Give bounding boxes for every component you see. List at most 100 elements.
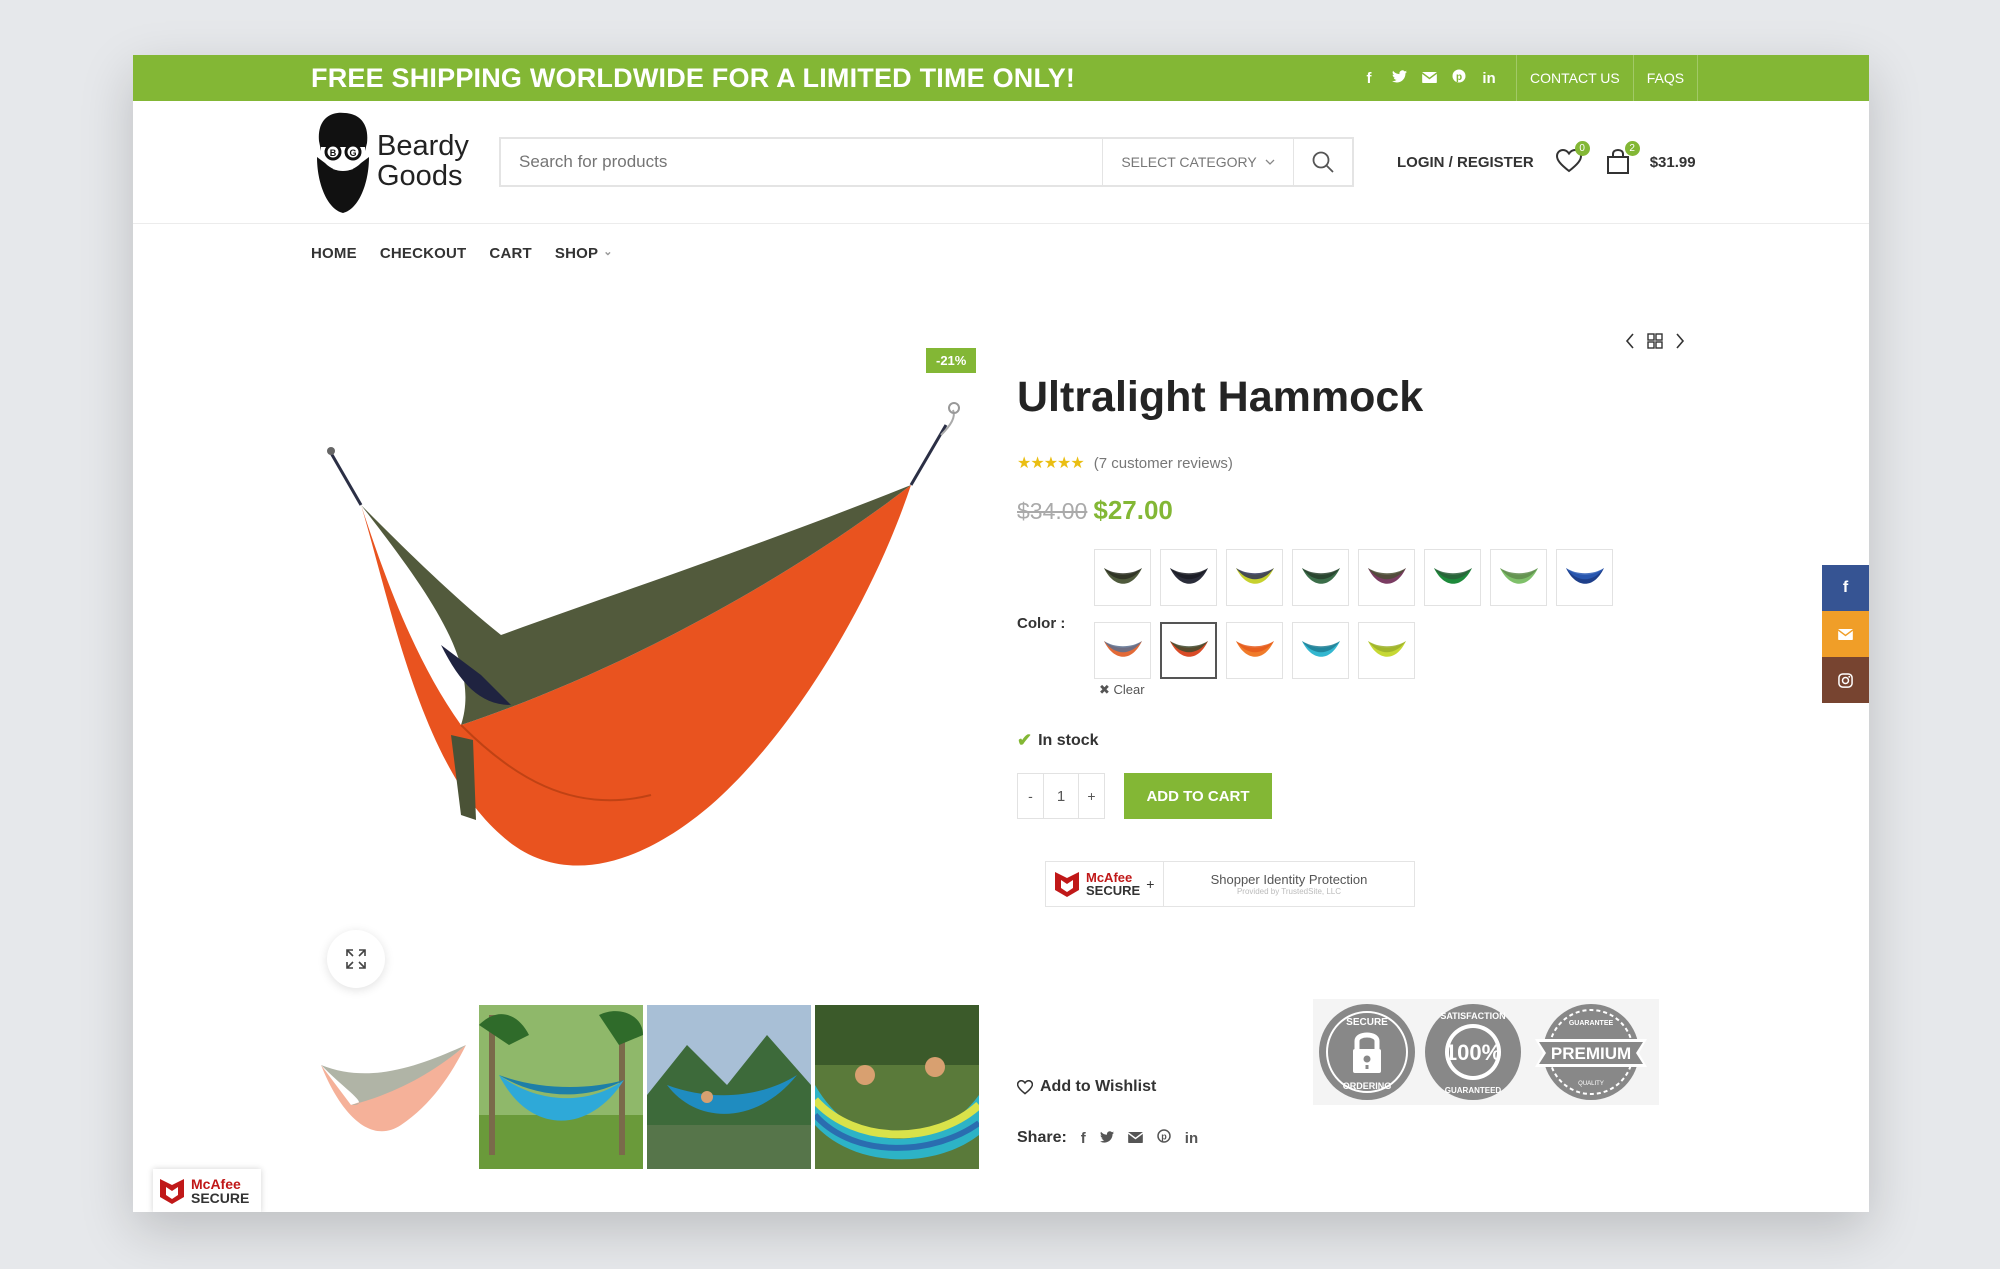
chevron-left-icon[interactable] [1625, 333, 1635, 349]
hammock-swatch-icon [1235, 567, 1274, 584]
hammock-swatch-icon [1235, 640, 1274, 657]
hammock-swatch-icon [1103, 567, 1142, 584]
color-swatch[interactable] [1424, 549, 1481, 606]
promo-banner: FREE SHIPPING WORLDWIDE FOR A LIMITED TI… [311, 63, 1076, 93]
beard-man-logo-icon: B G [317, 112, 369, 213]
product-title: Ultralight Hammock [1017, 373, 1424, 421]
product-rating: ★★★★★ (7 customer reviews) [1017, 453, 1233, 473]
facebook-icon[interactable]: f [1081, 1130, 1086, 1147]
color-swatch[interactable] [1094, 549, 1151, 606]
hammock-swatch-icon [1433, 567, 1472, 584]
header-actions: LOGIN / REGISTER 0 2 $31.99 [1397, 137, 1696, 187]
wishlist-count-badge: 0 [1574, 141, 1590, 156]
main-nav: HOME CHECKOUT CART SHOP [311, 223, 613, 283]
stock-text: In stock [1038, 731, 1099, 749]
svg-text:ORDERING: ORDERING [1343, 1081, 1392, 1091]
linkedin-icon[interactable]: in [1185, 1130, 1198, 1147]
cart-total[interactable]: $31.99 [1650, 154, 1696, 171]
thumbnail-3[interactable] [647, 1005, 811, 1169]
facebook-icon[interactable]: f [1822, 565, 1869, 611]
svg-text:G: G [349, 148, 356, 158]
mcafee-logo: McAfee SECURE + [1046, 862, 1164, 906]
quantity-stepper: - 1 + [1017, 773, 1105, 819]
hammock-swatch-icon [1301, 640, 1340, 657]
search-bar: SELECT CATEGORY [499, 137, 1354, 187]
svg-text:GUARANTEE: GUARANTEE [1569, 1020, 1614, 1027]
linkedin-icon[interactable]: in [1481, 70, 1497, 87]
quantity-input[interactable]: 1 [1043, 774, 1079, 818]
pinterest-icon[interactable]: p [1451, 69, 1467, 87]
product-price: $34.00 $27.00 [1017, 495, 1173, 526]
email-icon[interactable] [1822, 611, 1869, 657]
add-to-wishlist-link[interactable]: Add to Wishlist [1017, 1078, 1156, 1096]
logo-text-line2: Goods [377, 160, 463, 192]
mcafee-line1: Shopper Identity Protection [1210, 872, 1368, 887]
hammock-swatch-icon [1367, 567, 1406, 584]
search-icon [1312, 151, 1334, 173]
nav-item-checkout[interactable]: CHECKOUT [380, 245, 467, 262]
stock-status: ✔ In stock [1017, 730, 1099, 751]
grid-icon[interactable] [1647, 333, 1663, 349]
color-swatch[interactable] [1160, 622, 1217, 679]
faqs-link[interactable]: FAQS [1632, 55, 1699, 101]
wishlist-label: Add to Wishlist [1040, 1078, 1157, 1095]
color-swatch[interactable] [1358, 549, 1415, 606]
thumbnail-1[interactable] [311, 1005, 475, 1169]
cart-button[interactable]: 2 [1606, 141, 1640, 175]
login-register-link[interactable]: LOGIN / REGISTER [1397, 154, 1534, 171]
contact-us-link[interactable]: CONTACT US [1516, 55, 1633, 101]
twitter-icon[interactable] [1391, 69, 1407, 87]
sale-badge: -21% [926, 348, 977, 373]
color-swatch[interactable] [1490, 549, 1547, 606]
color-swatch[interactable] [1226, 622, 1283, 679]
svg-text:QUALITY: QUALITY [1578, 1081, 1604, 1087]
color-swatch[interactable] [1358, 622, 1415, 679]
facebook-icon[interactable]: f [1361, 70, 1377, 87]
satisfaction-guaranteed-badge: 100% SATISFACTION GUARANTEED [1425, 1004, 1521, 1100]
chevron-right-icon[interactable] [1675, 333, 1685, 349]
logo-text: Beardy Goods [377, 131, 469, 191]
thumbnail-2[interactable] [479, 1005, 643, 1169]
color-swatch[interactable] [1292, 549, 1349, 606]
search-button[interactable] [1293, 139, 1352, 185]
nav-item-home[interactable]: HOME [311, 245, 357, 262]
color-label: Color : [1017, 615, 1066, 632]
color-swatch[interactable] [1094, 622, 1151, 679]
color-swatch[interactable] [1160, 549, 1217, 606]
color-swatch[interactable] [1292, 622, 1349, 679]
svg-text:GUARANTEED: GUARANTEED [1445, 1086, 1502, 1095]
color-swatch[interactable] [1226, 549, 1283, 606]
reviews-link[interactable]: (7 customer reviews) [1094, 455, 1233, 472]
thumbnail-4[interactable] [815, 1005, 979, 1169]
hammock-swatch-icon [1499, 567, 1538, 584]
nav-item-shop[interactable]: SHOP [555, 245, 613, 262]
mcafee-floating-badge[interactable]: McAfee SECURE [153, 1169, 261, 1212]
plus-icon: + [1146, 876, 1155, 892]
email-icon[interactable] [1127, 1130, 1144, 1147]
mcafee-secure-text: SECURE [191, 1190, 250, 1206]
zoom-button[interactable] [327, 930, 385, 988]
category-select[interactable]: SELECT CATEGORY [1102, 139, 1293, 185]
twitter-icon[interactable] [1099, 1130, 1114, 1147]
mcafee-shield-icon [1055, 872, 1079, 897]
wishlist-button[interactable]: 0 [1555, 141, 1590, 175]
search-input[interactable] [501, 138, 1102, 186]
color-swatch[interactable] [1556, 549, 1613, 606]
pinterest-icon[interactable]: p [1157, 1129, 1171, 1147]
clear-selection-link[interactable]: ✖ Clear [1099, 682, 1145, 698]
mcafee-secure-banner[interactable]: McAfee SECURE + Shopper Identity Protect… [1045, 861, 1415, 907]
email-icon[interactable] [1421, 70, 1437, 87]
mcafee-line2: Provided by TrustedSite, LLC [1236, 887, 1342, 896]
svg-text:p: p [1161, 1132, 1167, 1142]
hammock-swatch-icon [1103, 640, 1142, 657]
trust-badges-image: SECURE ORDERING 100% SATISFACTION GUARAN… [1313, 999, 1659, 1105]
site-logo[interactable]: B G Beardy Goods [311, 111, 481, 215]
share-label: Share: [1017, 1129, 1067, 1146]
sale-price: $27.00 [1093, 495, 1173, 525]
quantity-increase-button[interactable]: + [1079, 774, 1104, 818]
quantity-decrease-button[interactable]: - [1018, 774, 1043, 818]
instagram-icon[interactable] [1822, 657, 1869, 703]
main-product-image[interactable] [311, 345, 983, 985]
add-to-cart-button[interactable]: ADD TO CART [1124, 773, 1272, 819]
nav-item-cart[interactable]: CART [489, 245, 531, 262]
